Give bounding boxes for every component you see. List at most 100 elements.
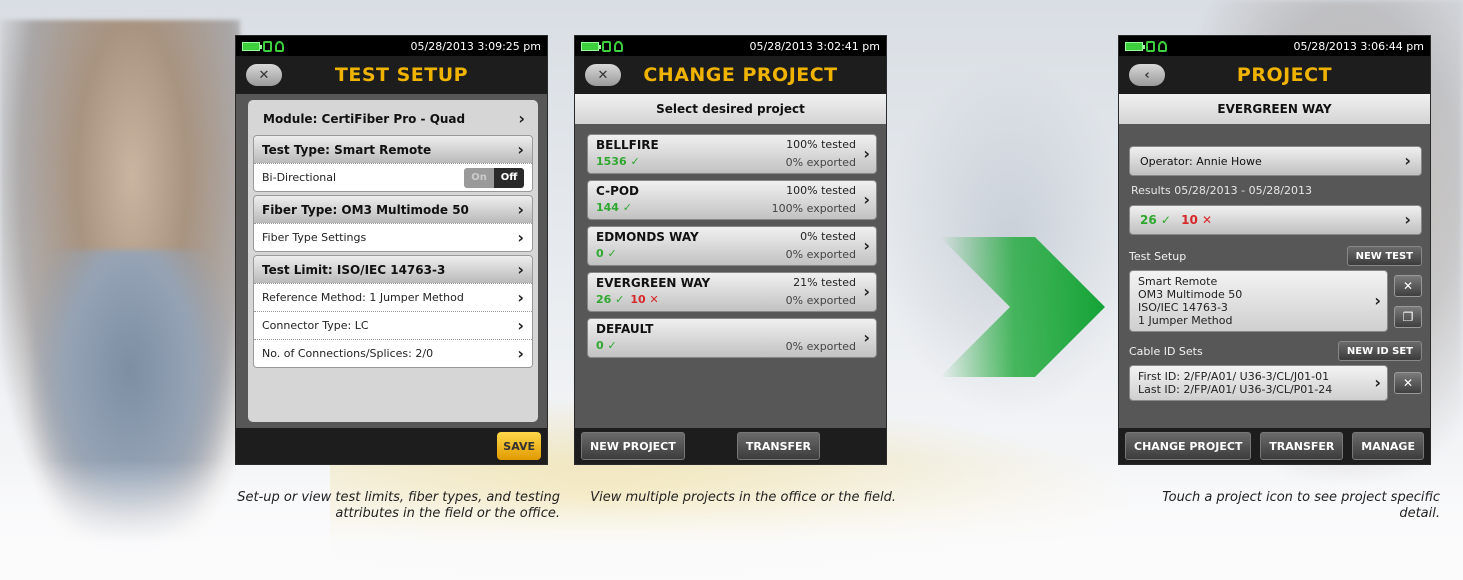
cable-id-label: Cable ID Sets [1129,344,1203,358]
bottom-bar: SAVE [236,428,547,464]
project-detail: Operator: Annie Howe › Results 05/28/201… [1129,136,1422,401]
caption-test-setup: Set-up or view test limits, fiber types,… [237,490,560,521]
operator-label: Operator: Annie Howe [1140,154,1262,168]
toggle-off-option[interactable]: Off [494,167,524,188]
change-project-button[interactable]: CHANGE PROJECT [1125,432,1252,460]
connections-label: No. of Connections/Splices: 2/0 [262,347,434,360]
fiber-type-settings-row[interactable]: Fiber Type Settings › [254,223,532,251]
screen-title: TEST SETUP [334,64,469,86]
cable-id-card-wrap: First ID: 2/FP/A01/ U36-3/CL/J01-01 Last… [1129,365,1422,401]
network-icon [614,40,623,52]
project-item-c-pod[interactable]: C-POD 144 ✓ 100% tested 100% exported › [587,180,877,220]
chevron-right-icon: › [517,139,524,159]
setup-panel: Module: CertiFiber Pro - Quad › Test Typ… [248,100,538,422]
status-bar: 05/28/2013 3:06:44 pm [1119,36,1430,56]
screen-title: PROJECT [1236,64,1333,86]
project-tested: 100% tested [786,138,856,151]
reference-method-label: Reference Method: 1 Jumper Method [262,291,464,304]
module-label: Module: CertiFiber Pro - Quad [263,112,466,126]
back-button[interactable]: ✕ [585,64,621,86]
bottom-bar: NEW PROJECT TRANSFER [575,428,886,464]
test-limit-label: Test Limit: ISO/IEC 14763-3 [262,262,446,277]
project-pass-count: 26 ✓ [596,293,625,306]
caption-change-project: View multiple projects in the office or … [590,490,896,505]
project-item-default[interactable]: DEFAULT 0 ✓ 0% exported › [587,318,877,358]
screen-title: CHANGE PROJECT [643,64,838,86]
results-counts-row[interactable]: 26 ✓ 10 ✕ › [1129,205,1422,235]
cable-id-card[interactable]: First ID: 2/FP/A01/ U36-3/CL/J01-01 Last… [1129,365,1388,401]
project-item-evergreen-way[interactable]: EVERGREEN WAY 26 ✓ 10 ✕ 21% tested 0% exp… [587,272,877,312]
fiber-type-row[interactable]: Fiber Type: OM3 Multimode 50 › [254,196,532,223]
project-tested: 100% tested [786,184,856,197]
test-setup-card[interactable]: Smart Remote OM3 Multimode 50 ISO/IEC 14… [1129,270,1388,332]
caption-project: Touch a project icon to see project spec… [1162,490,1440,521]
delete-icon[interactable]: ✕ [1394,372,1422,394]
setup-line: OM3 Multimode 50 [1138,288,1243,301]
subheader: Select desired project [575,94,886,124]
transfer-button[interactable]: TRANSFER [1260,432,1344,460]
timestamp: 05/28/2013 3:06:44 pm [1293,39,1425,53]
bottom-bar: CHANGE PROJECT TRANSFER MANAGE [1119,428,1430,464]
bidirectional-toggle[interactable]: On Off [464,167,524,188]
chevron-right-icon: › [1374,291,1381,310]
test-setup-label: Test Setup [1129,249,1187,263]
connections-row[interactable]: No. of Connections/Splices: 2/0 › [254,339,532,367]
chevron-right-icon: › [863,144,870,163]
project-item-edmonds-way[interactable]: EDMONDS WAY 0 ✓ 0% tested 0% exported › [587,226,877,266]
project-exported: 0% exported [785,248,856,261]
chevron-right-icon: › [517,315,524,335]
test-setup-header: Test Setup NEW TEST [1129,245,1422,267]
connector-type-row[interactable]: Connector Type: LC › [254,311,532,339]
module-row[interactable]: Module: CertiFiber Pro - Quad › [253,106,533,132]
change-project-screen: 05/28/2013 3:02:41 pm ✕ CHANGE PROJECT S… [574,35,887,465]
last-id: Last ID: 2/FP/A01/ U36-3/CL/P01-24 [1138,383,1333,396]
test-type-label: Test Type: Smart Remote [262,142,432,157]
project-exported: 0% exported [785,294,856,307]
status-bar: 05/28/2013 3:09:25 pm [236,36,547,56]
fail-count: 10 ✕ [1181,213,1213,227]
fiber-type-label: Fiber Type: OM3 Multimode 50 [262,202,469,217]
project-exported: 100% exported [771,202,856,215]
setup-line: ISO/IEC 14763-3 [1138,301,1228,314]
copy-icon[interactable]: ❐ [1394,305,1422,328]
project-tested: 0% tested [800,230,856,243]
new-test-button[interactable]: NEW TEST [1346,246,1422,266]
plug-icon [1146,40,1155,52]
title-bar: ✕ TEST SETUP [236,56,547,94]
plug-icon [602,40,611,52]
back-button[interactable]: ‹ [1129,64,1165,86]
first-id: First ID: 2/FP/A01/ U36-3/CL/J01-01 [1138,370,1330,383]
test-limit-row[interactable]: Test Limit: ISO/IEC 14763-3 › [254,256,532,283]
new-project-button[interactable]: NEW PROJECT [581,432,685,460]
network-icon [1158,40,1167,52]
chevron-right-icon: › [1404,151,1411,170]
project-item-bellfire[interactable]: BELLFIRE 1536 ✓ 100% tested 0% exported … [587,134,877,174]
save-button[interactable]: SAVE [497,432,541,460]
project-list: BELLFIRE 1536 ✓ 100% tested 0% exported … [587,134,877,364]
toggle-on-option[interactable]: On [464,167,494,188]
timestamp: 05/28/2013 3:02:41 pm [749,39,881,53]
project-exported: 0% exported [785,156,856,169]
battery-icon [581,41,601,51]
results-range: Results 05/28/2013 - 05/28/2013 [1131,184,1312,197]
operator-row[interactable]: Operator: Annie Howe › [1129,146,1422,176]
transfer-button[interactable]: TRANSFER [736,432,820,460]
back-button[interactable]: ✕ [246,64,282,86]
manage-button[interactable]: MANAGE [1352,432,1424,460]
project-name-header: EVERGREEN WAY [1119,94,1430,124]
delete-icon[interactable]: ✕ [1394,274,1422,297]
plug-icon [263,40,272,52]
chevron-right-icon: › [863,282,870,301]
bidirectional-label: Bi-Directional [262,171,337,184]
chevron-right-icon: › [863,236,870,255]
chevron-right-icon: › [517,287,524,307]
arrow-right-icon [940,237,1105,377]
fiber-type-group: Fiber Type: OM3 Multimode 50 › Fiber Typ… [253,195,533,252]
title-bar: ✕ CHANGE PROJECT [575,56,886,94]
new-id-set-button[interactable]: NEW ID SET [1337,341,1422,361]
battery-icon [242,41,262,51]
reference-method-row[interactable]: Reference Method: 1 Jumper Method › [254,283,532,311]
test-setup-card-wrap: Smart Remote OM3 Multimode 50 ISO/IEC 14… [1129,270,1422,332]
chevron-right-icon: › [517,343,524,363]
test-type-row[interactable]: Test Type: Smart Remote › [254,136,532,163]
